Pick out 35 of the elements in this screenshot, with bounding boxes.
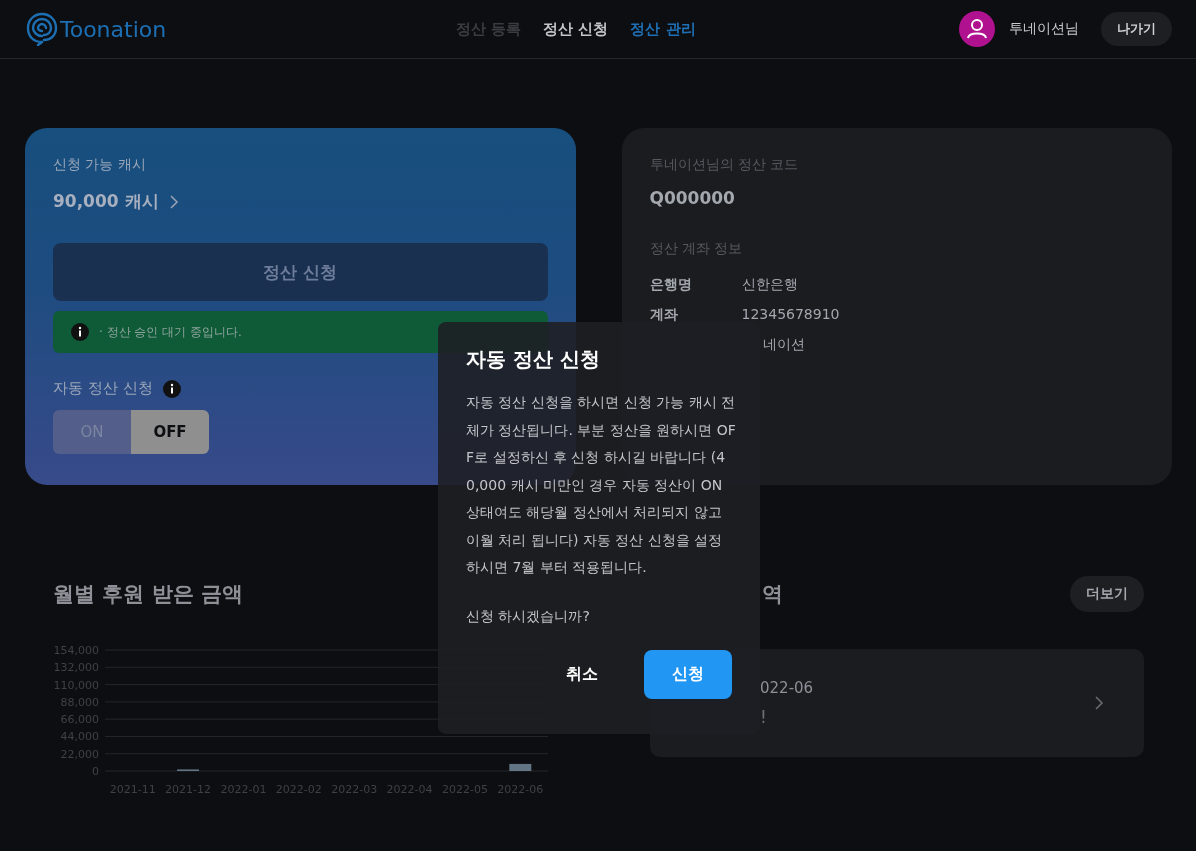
dialog-question: 신청 하시겠습니까? [466,607,591,626]
history-date: 022-06 [760,679,814,697]
bar [509,763,532,771]
history-status: ! [760,707,768,727]
field-label: 계좌 [649,306,679,324]
chevron-right-icon[interactable] [1094,695,1104,711]
field-value: 네이션 [761,336,805,354]
nav-tab[interactable]: 정산 신청 [543,19,609,39]
confirm-button[interactable]: 신청 [644,649,732,699]
avatar-icon[interactable] [959,11,995,47]
code-title: 투네이션님의 정산 코드 [649,156,800,174]
section-title: 월별 후원 받은 금액 [53,581,243,608]
info-icon[interactable] [162,379,181,398]
notice-text: · 정산 승인 대기 중입니다. [99,323,242,341]
more-button[interactable]: 더보기 [1070,576,1144,612]
logout-button[interactable]: 나가기 [1101,12,1172,46]
cash-amount[interactable]: 90,000 캐시 [53,190,159,213]
dialog-title: 자동 정산 신청 [466,346,601,373]
auto-settlement-label: 자동 정산 신청 [53,379,153,398]
logo-text[interactable]: Toonation [60,16,167,42]
toggle-option[interactable]: OFF [131,410,209,454]
chevron-right-icon[interactable] [168,193,179,210]
field-value: 12345678910 [741,306,840,324]
user-name: 투네이션님 [1009,20,1079,38]
field-value: 신한은행 [741,276,798,294]
field-label: 은행명 [649,276,693,294]
settlement-code: Q000000 [649,188,736,208]
logo-spiral-icon [26,12,58,46]
info-icon [71,323,89,341]
dialog-message: 자동 정산 신청을 하시면 신청 가능 캐시 전체가 정산됩니다. 부분 정산을 원하시면 OFF로 설정하신 후 신청 하시길 바랍니다 (40,000 캐시 미만인 경우 자동 정산이 ON 상태여도 해당월 정산에서 처리되지 않고 이월 처리 됩니다) 자동 정산 신청을 설정 하시면 7월 부터 적용됩니다. [466,393,737,577]
cancel-button[interactable]: 취소 [560,662,604,686]
section-title: 역 [761,581,783,608]
account-title: 정산 계좌 정보 [649,240,744,258]
nav-tab[interactable]: 정산 관리 [630,19,696,39]
cash-label: 신청 가능 캐시 [53,156,147,174]
